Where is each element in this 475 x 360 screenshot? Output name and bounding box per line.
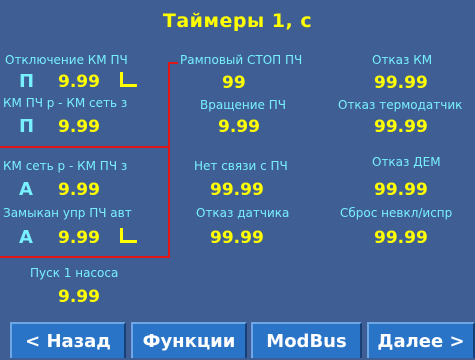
timer-label-ramp-stop: Рамповый СТОП ПЧ: [180, 53, 303, 67]
timer-label-km-set-r: КМ сеть р - КМ ПЧ з: [3, 159, 128, 173]
timer-label-reset: Сброс невкл/испр: [340, 206, 453, 220]
timer-value-field[interactable]: 99.99: [374, 180, 428, 200]
mode-indicator[interactable]: П: [19, 72, 34, 92]
timer-value-field[interactable]: 9.99: [58, 180, 100, 200]
corner-bracket-icon: [120, 72, 137, 87]
timer-value-field[interactable]: 9.99: [58, 228, 100, 248]
corner-bracket-icon: [120, 228, 137, 243]
timer-value-field[interactable]: 99: [222, 73, 246, 93]
timer-label-rotation: Вращение ПЧ: [200, 98, 286, 112]
timer-label-zamykan: Замыкан упр ПЧ авт: [3, 206, 132, 220]
next-button[interactable]: Далее >: [367, 322, 475, 358]
timer-label-pusk: Пуск 1 насоса: [30, 266, 119, 280]
timer-value-field[interactable]: 99.99: [374, 228, 428, 248]
mode-indicator[interactable]: П: [19, 117, 34, 137]
timer-value-field[interactable]: 99.99: [374, 117, 428, 137]
timer-value-field[interactable]: 9.99: [58, 287, 100, 307]
timer-value-field[interactable]: 9.99: [58, 117, 100, 137]
back-button[interactable]: < Назад: [10, 322, 126, 358]
timer-value-field[interactable]: 9.99: [58, 72, 100, 92]
timer-label-km-fail: Отказ КМ: [372, 53, 433, 67]
timer-label-sensor-fail: Отказ датчика: [196, 206, 290, 220]
frame-line-middle: [0, 146, 170, 148]
timer-value-field[interactable]: 99.99: [374, 73, 428, 93]
mode-indicator[interactable]: А: [19, 180, 33, 200]
timer-label-km-pch-r: КМ ПЧ р - КМ сеть з: [3, 96, 128, 110]
page-title: Таймеры 1, с: [162, 10, 313, 32]
modbus-button[interactable]: ModBus: [251, 322, 362, 358]
timer-value-field[interactable]: 99.99: [210, 180, 264, 200]
frame-line-bottom: [0, 256, 170, 258]
mode-indicator[interactable]: А: [19, 228, 33, 248]
functions-button[interactable]: Функции: [131, 322, 247, 358]
timer-label-km-off: Отключение КМ ПЧ: [5, 53, 128, 67]
timer-label-no-link: Нет связи с ПЧ: [194, 159, 288, 173]
timer-label-thermo-fail: Отказ термодатчик: [338, 98, 463, 112]
timer-value-field[interactable]: 9.99: [218, 117, 260, 137]
timer-label-dem-fail: Отказ ДЕМ: [372, 155, 441, 169]
frame-line-vertical: [168, 62, 170, 258]
timer-value-field[interactable]: 99.99: [210, 228, 264, 248]
